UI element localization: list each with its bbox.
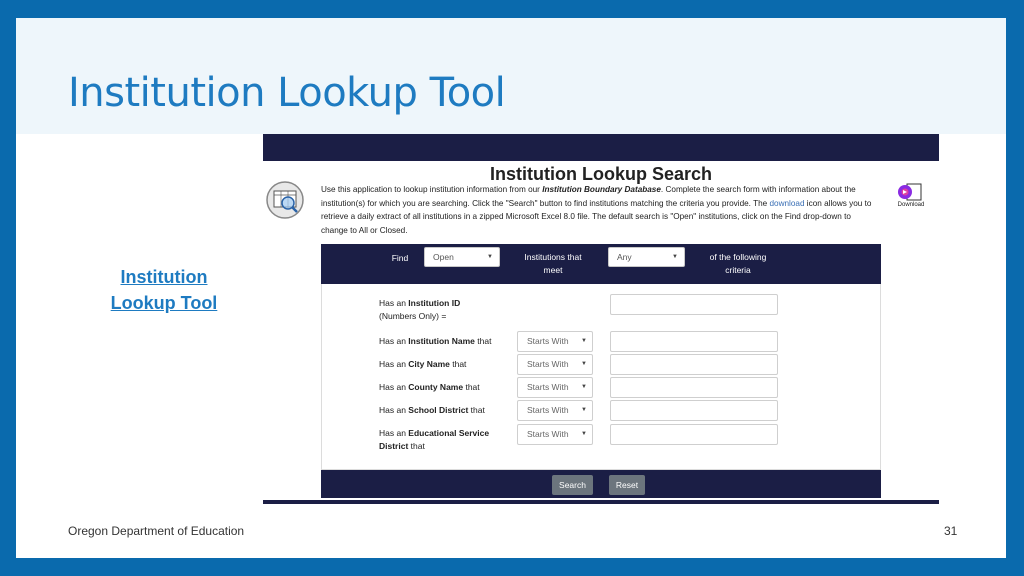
institution-id-label: Has an Institution ID (Numbers Only) = (379, 298, 461, 321)
slide-title: Institution Lookup Tool (68, 70, 506, 116)
find-dropdown[interactable]: Open ▼ (424, 247, 500, 267)
database-name: Institution Boundary Database (542, 185, 661, 194)
institution-name-operator-select[interactable]: Starts With ▼ (517, 331, 593, 352)
action-bar: Search Reset (321, 470, 881, 498)
slide: Institution Lookup Tool Institution Look… (16, 18, 1006, 558)
institution-name-label: Has an Institution Name that (379, 336, 492, 346)
school-district-label: Has an School District that (379, 405, 485, 415)
city-name-label: Has an City Name that (379, 359, 467, 369)
page-number: 31 (944, 524, 958, 538)
chevron-down-icon: ▼ (581, 338, 587, 344)
app-heading: Institution Lookup Search (489, 164, 712, 184)
county-name-operator-select[interactable]: Starts With ▼ (517, 377, 593, 398)
app-description: Use this application to lookup instituti… (321, 185, 872, 235)
following-criteria-label: of the following criteria (709, 252, 767, 275)
lookup-magnifier-icon (266, 181, 304, 219)
side-link-line2: Lookup Tool (110, 293, 218, 313)
esd-label: Has an Educational Service District that (379, 428, 490, 451)
search-criteria-bar: Find Open ▼ Institutions that meet Any ▼ of… (321, 244, 881, 284)
chevron-down-icon: ▼ (581, 384, 587, 390)
institution-name-input[interactable] (610, 331, 778, 352)
school-district-input[interactable] (610, 400, 778, 421)
school-district-operator-select[interactable]: Starts With ▼ (517, 400, 593, 421)
find-label: Find (391, 253, 409, 263)
county-name-label: Has an County Name that (379, 382, 480, 392)
app-top-bar (263, 134, 939, 161)
match-dropdown[interactable]: Any ▼ (608, 247, 685, 267)
download-icon[interactable] (895, 182, 923, 202)
city-name-operator-select[interactable]: Starts With ▼ (517, 354, 593, 375)
city-name-input[interactable] (610, 354, 778, 375)
chevron-down-icon: ▼ (581, 431, 587, 437)
app-bottom-line (263, 500, 939, 504)
chevron-down-icon: ▼ (581, 407, 587, 413)
download-inline-link[interactable]: download (769, 199, 804, 208)
institution-lookup-tool-link[interactable]: Institution Lookup Tool (108, 264, 220, 316)
county-name-input[interactable] (610, 377, 778, 398)
chevron-down-icon: ▼ (487, 254, 493, 260)
search-form: Has an Institution ID (Numbers Only) = Ha… (321, 284, 881, 470)
chevron-down-icon: ▼ (581, 361, 587, 367)
esd-input[interactable] (610, 424, 778, 445)
app-screenshot: Institution Lookup Search Use this appli… (263, 134, 939, 506)
esd-operator-select[interactable]: Starts With ▼ (517, 424, 593, 445)
side-link-line1: Institution (120, 267, 208, 287)
download-label: Download (897, 202, 925, 208)
institution-id-input[interactable] (610, 294, 778, 315)
chevron-down-icon: ▼ (672, 254, 678, 260)
search-button[interactable]: Search (552, 475, 593, 495)
meet-label: Institutions that meet (524, 252, 582, 275)
reset-button[interactable]: Reset (609, 475, 645, 495)
footer-organization: Oregon Department of Education (68, 524, 245, 538)
